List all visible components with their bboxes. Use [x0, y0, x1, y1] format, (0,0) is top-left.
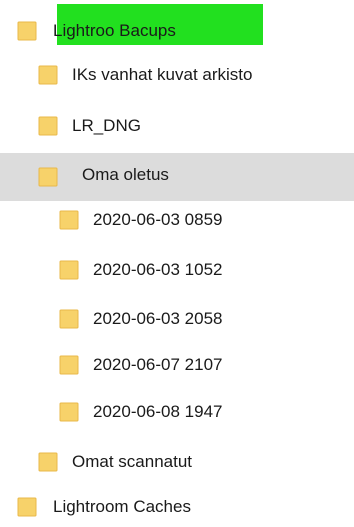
- tree-item-iks-vanhat-kuvat-arkisto[interactable]: IKs vanhat kuvat arkisto: [0, 55, 354, 95]
- tree-item-label: Oma oletus: [82, 165, 169, 184]
- folder-icon: [38, 65, 58, 85]
- tree-item-label: 2020-06-08 1947: [93, 402, 223, 421]
- tree-item-2020-06-03-1052[interactable]: 2020-06-03 1052: [0, 250, 354, 290]
- tree-item-label: 2020-06-03 1052: [93, 260, 223, 279]
- tree-item-label: LR_DNG: [72, 116, 141, 135]
- tree-item-label: IKs vanhat kuvat arkisto: [72, 65, 253, 84]
- folder-tree: Lightroo Bacups IKs vanhat kuvat arkisto…: [0, 0, 354, 522]
- folder-icon: [59, 309, 79, 329]
- tree-item-label: Omat scannatut: [72, 452, 193, 471]
- tree-item-label: 2020-06-03 2058: [93, 309, 223, 328]
- tree-item-lightroo-bacups[interactable]: Lightroo Bacups: [0, 11, 354, 51]
- tree-item-lightroom-caches[interactable]: Lightroom Caches: [0, 487, 354, 527]
- folder-icon: [38, 116, 58, 136]
- tree-item-2020-06-08-1947[interactable]: 2020-06-08 1947: [0, 392, 354, 432]
- tree-item-2020-06-07-2107[interactable]: 2020-06-07 2107: [0, 345, 354, 385]
- tree-item-oma-oletus[interactable]: Oma oletus: [0, 153, 354, 201]
- folder-icon: [38, 452, 58, 472]
- folder-icon: [17, 21, 37, 41]
- folder-icon: [59, 402, 79, 422]
- folder-icon: [17, 497, 37, 517]
- tree-item-omat-scannatut[interactable]: Omat scannatut: [0, 442, 354, 482]
- tree-item-lr-dng[interactable]: LR_DNG: [0, 106, 354, 146]
- tree-item-2020-06-03-0859[interactable]: 2020-06-03 0859: [0, 200, 354, 240]
- tree-item-label: Lightroo Bacups: [53, 21, 176, 40]
- tree-item-2020-06-03-2058[interactable]: 2020-06-03 2058: [0, 299, 354, 339]
- tree-item-label: 2020-06-07 2107: [93, 355, 223, 374]
- folder-icon: [59, 355, 79, 375]
- tree-item-label: 2020-06-03 0859: [93, 210, 223, 229]
- tree-item-label: Lightroom Caches: [53, 497, 191, 516]
- folder-icon: [59, 210, 79, 230]
- folder-icon: [38, 167, 58, 187]
- folder-icon: [59, 260, 79, 280]
